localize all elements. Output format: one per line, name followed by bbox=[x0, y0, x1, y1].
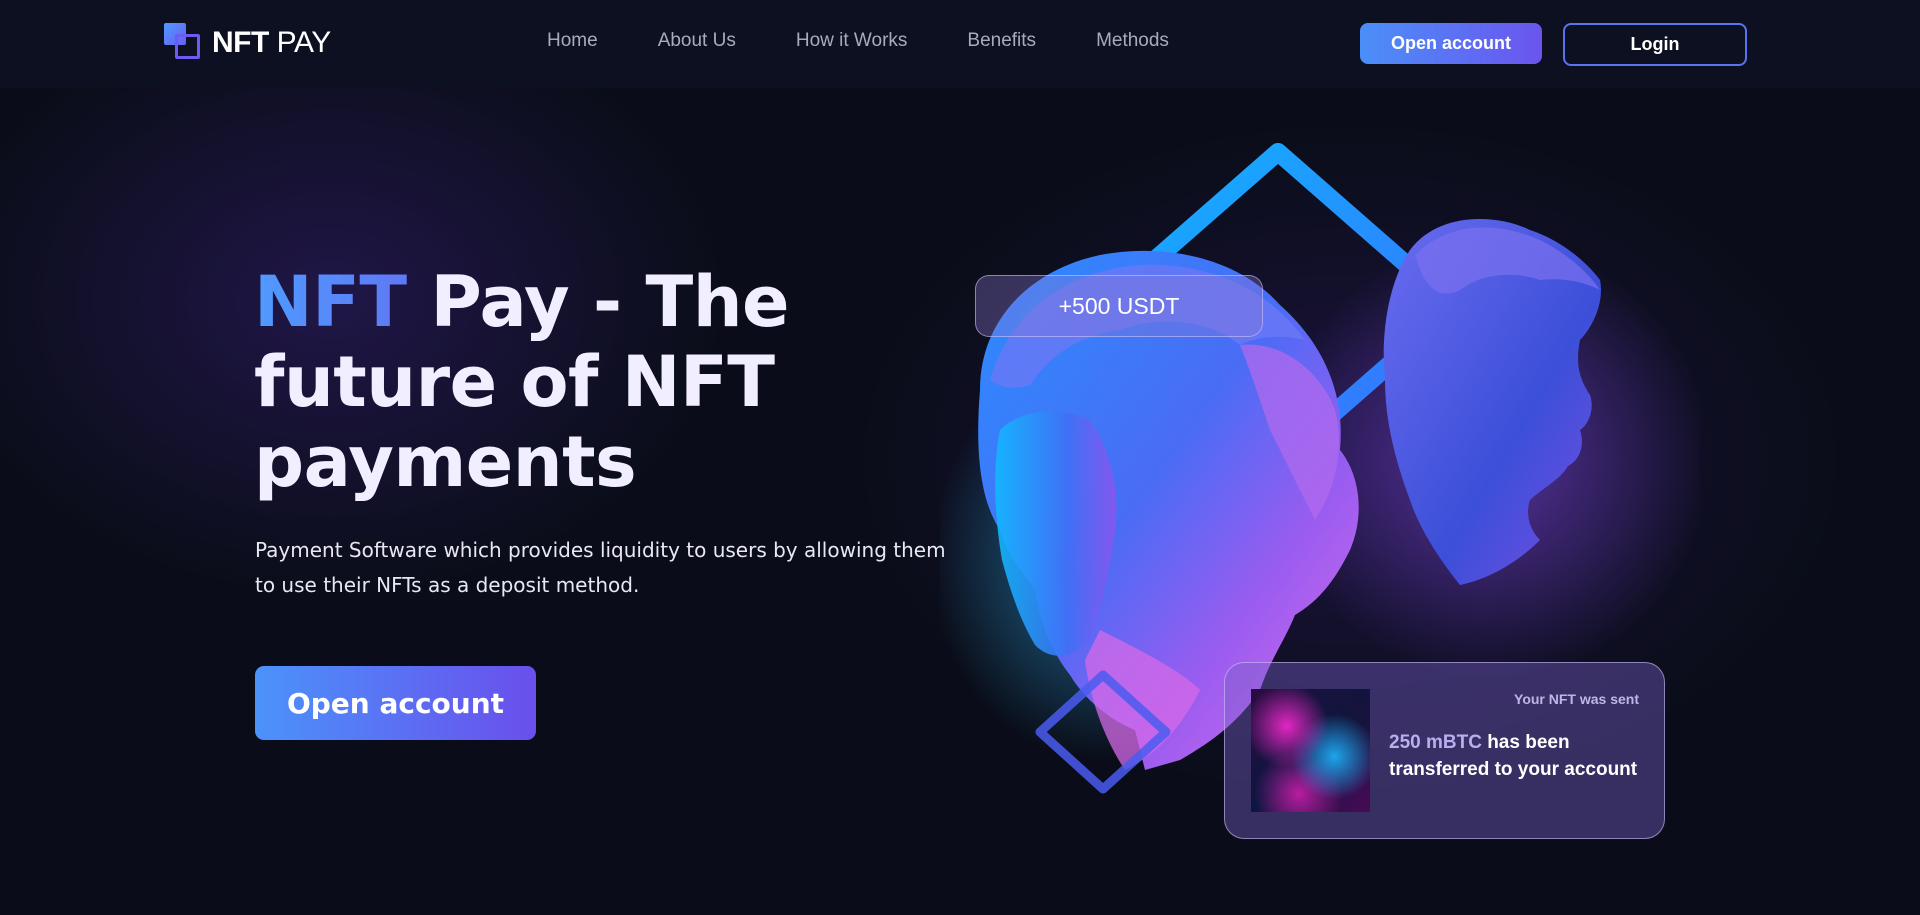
nft-pay-logo-icon bbox=[164, 23, 202, 63]
nft-status-label: Your NFT was sent bbox=[1514, 691, 1639, 707]
nav-links: Home About Us How it Works Benefits Meth… bbox=[547, 30, 1229, 52]
logo[interactable]: NFT PAY bbox=[164, 22, 331, 64]
hero-title: NFT Pay - The future of NFT payments bbox=[254, 262, 814, 502]
nft-thumbnail-image bbox=[1251, 689, 1370, 812]
open-account-hero-button[interactable]: Open account bbox=[255, 666, 536, 740]
open-account-nav-button[interactable]: Open account bbox=[1360, 23, 1542, 64]
hero-subtitle: Payment Software which provides liquidit… bbox=[255, 538, 946, 597]
nft-message: 250 mBTC has been transferred to your ac… bbox=[1389, 729, 1639, 783]
usdt-badge: +500 USDT bbox=[975, 275, 1263, 337]
landing-page: NFT PAY Home About Us How it Works Benef… bbox=[0, 0, 1920, 915]
nft-notification-card: Your NFT was sent 250 mBTC has been tran… bbox=[1224, 662, 1665, 839]
nav-link-how-it-works[interactable]: How it Works bbox=[796, 30, 908, 52]
logo-text: NFT PAY bbox=[212, 26, 331, 59]
top-navbar: NFT PAY Home About Us How it Works Benef… bbox=[0, 0, 1920, 88]
nav-link-about-us[interactable]: About Us bbox=[658, 30, 736, 52]
nav-link-home[interactable]: Home bbox=[547, 30, 598, 52]
nft-amount: 250 mBTC bbox=[1389, 732, 1482, 753]
hero-title-accent: NFT bbox=[254, 261, 407, 343]
login-button[interactable]: Login bbox=[1563, 23, 1747, 66]
nav-link-methods[interactable]: Methods bbox=[1096, 30, 1169, 52]
nav-link-benefits[interactable]: Benefits bbox=[967, 30, 1036, 52]
